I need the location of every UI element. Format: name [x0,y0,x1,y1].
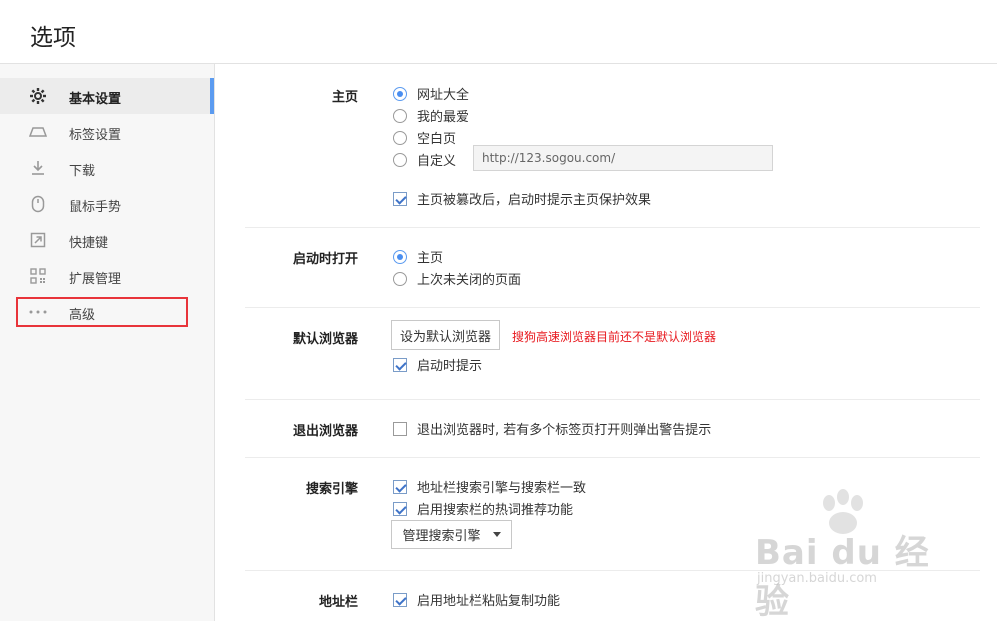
button-label: 管理搜索引擎 [402,529,481,544]
checkbox[interactable] [393,191,407,206]
extensions-icon [29,268,47,284]
radio-homepage-favorites[interactable]: 我的最爱 [393,106,469,125]
chevron-down-icon [492,532,501,537]
search-hotwords-option[interactable]: 启用搜索栏的热词推荐功能 [393,499,573,518]
homepage-protect-option[interactable]: 主页被篡改后，启动时提示主页保护效果 [393,189,651,208]
radio-label: 我的最爱 [417,110,470,125]
exit-browser-label: 退出浏览器 [292,424,358,439]
radio-startup-homepage[interactable]: 主页 [393,247,443,266]
radio-homepage-blank[interactable]: 空白页 [393,128,456,147]
default-browser-prompt-option[interactable]: 启动时提示 [393,355,482,374]
tab-icon [29,124,47,140]
sidebar-item-tab-settings[interactable]: 标签设置 [0,114,214,150]
sidebar: 基本设置 标签设置 下载 鼠标手势 快捷键 扩展管理 高级 [0,64,215,621]
radio-label: 主页 [417,251,444,266]
checkbox-label: 地址栏搜索引擎与搜索栏一致 [417,481,587,496]
checkbox[interactable] [393,421,407,436]
default-browser-warning: 搜狗高速浏览器目前还不是默认浏览器 [512,330,717,344]
sidebar-item-label: 下载 [69,164,96,179]
mouse-icon [29,195,47,213]
gear-icon [29,88,47,104]
checkbox[interactable] [393,479,407,494]
title-bar: 选项 [0,0,997,64]
checkbox-label: 主页被篡改后，启动时提示主页保护效果 [417,193,652,208]
startup-label: 启动时打开 [292,252,358,267]
radio-homepage-custom[interactable]: 自定义 [393,150,456,169]
sidebar-item-label: 基本设置 [69,92,122,107]
sidebar-item-shortcuts[interactable]: 快捷键 [0,222,214,258]
custom-url-input[interactable] [473,145,773,171]
radio-button[interactable] [393,108,407,123]
address-bar-label: 地址栏 [318,595,358,610]
divider [245,307,980,308]
sidebar-item-mouse-gestures[interactable]: 鼠标手势 [0,186,214,222]
radio-startup-last-session[interactable]: 上次未关闭的页面 [393,269,521,288]
divider [245,399,980,400]
radio-label: 自定义 [417,154,457,169]
sidebar-item-label: 扩展管理 [69,272,122,287]
checkbox-label: 启用地址栏粘贴复制功能 [417,594,561,609]
sidebar-item-label: 标签设置 [69,128,122,143]
checkbox[interactable] [393,592,407,607]
sidebar-item-download[interactable]: 下载 [0,150,214,186]
address-bar-paste-option[interactable]: 启用地址栏粘贴复制功能 [393,590,560,609]
radio-label: 网址大全 [417,88,470,103]
search-engine-label: 搜索引擎 [305,482,358,497]
radio-button[interactable] [393,152,407,167]
checkbox-label: 启用搜索栏的热词推荐功能 [417,503,574,518]
radio-label: 空白页 [417,132,457,147]
sidebar-item-label: 鼠标手势 [69,200,122,215]
shortcut-icon [29,232,47,248]
radio-button[interactable] [393,249,407,264]
radio-homepage-nav[interactable]: 网址大全 [393,84,469,103]
search-sync-option[interactable]: 地址栏搜索引擎与搜索栏一致 [393,477,586,496]
sidebar-item-basic-settings[interactable]: 基本设置 [0,78,214,114]
divider [245,570,980,571]
checkbox-label: 启动时提示 [417,359,483,374]
sidebar-item-label: 快捷键 [69,236,109,251]
manage-search-engines-button[interactable]: 管理搜索引擎 [391,520,512,549]
divider [245,227,980,228]
radio-button[interactable] [393,130,407,145]
homepage-label: 主页 [331,90,358,105]
download-icon [29,160,47,176]
radio-button[interactable] [393,271,407,286]
radio-label: 上次未关闭的页面 [417,273,522,288]
radio-button[interactable] [393,86,407,101]
divider [245,457,980,458]
settings-panel: 主页 网址大全 我的最爱 空白页 自定义 主页被篡改后，启动时提示主页保护效果 … [215,64,997,621]
exit-warning-option[interactable]: 退出浏览器时, 若有多个标签页打开则弹出警告提示 [393,419,711,438]
checkbox-label: 退出浏览器时, 若有多个标签页打开则弹出警告提示 [417,423,712,438]
highlight-box [16,297,188,327]
checkbox[interactable] [393,501,407,516]
set-default-browser-button[interactable]: 设为默认浏览器 [391,320,500,350]
checkbox[interactable] [393,357,407,372]
sidebar-item-extensions[interactable]: 扩展管理 [0,258,214,294]
window-title: 选项 [30,25,76,51]
default-browser-label: 默认浏览器 [292,332,358,347]
